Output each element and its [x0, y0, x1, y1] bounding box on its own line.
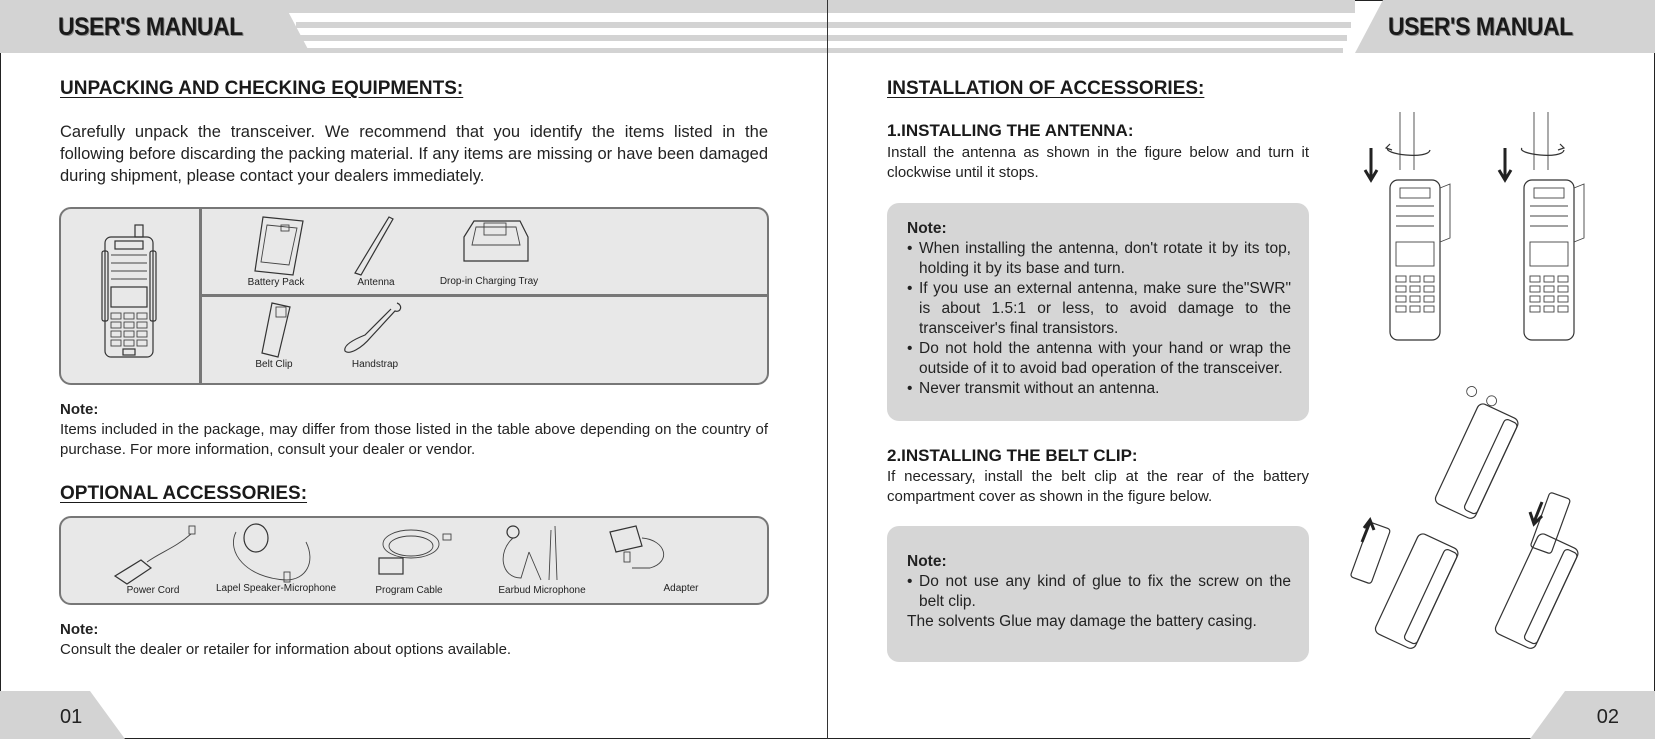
optional-accessories-box: Power Cord Lapel Speaker-Microphone Prog… [59, 516, 769, 605]
right-page: USER'S MANUAL INSTALLATION OF ACCESSORIE… [828, 0, 1655, 739]
antenna-title: 1.INSTALLING THE ANTENNA: [887, 121, 1134, 140]
footer-tab-right [1530, 691, 1655, 739]
note-title: Note: [907, 553, 947, 570]
item-label: Belt Clip [255, 359, 293, 370]
adapter-icon [609, 525, 665, 569]
note-title: Note: [60, 621, 99, 638]
antenna-install-illustration [1363, 112, 1585, 341]
item-label: Earbud Microphone [498, 585, 586, 596]
radio-illustration [101, 224, 157, 358]
note-title: Note: [60, 401, 99, 418]
battery-pack-icon [254, 216, 304, 276]
item-label: Antenna [357, 277, 395, 288]
antenna-note-list: When installing the antenna, don't rotat… [907, 239, 1291, 399]
unpacking-paragraph: Carefully unpack the transceiver. We rec… [60, 123, 768, 185]
earbud-microphone-icon [502, 525, 558, 581]
antenna-text: Install the antenna as shown in the figu… [887, 144, 1309, 181]
clip-left [1350, 522, 1391, 584]
charging-tray-icon [463, 220, 529, 262]
unpacking-heading: UNPACKING AND CHECKING EQUIPMENTS: [60, 78, 464, 99]
arrow-up-icon [1360, 516, 1376, 543]
header-stripe [300, 35, 827, 41]
note-text: Items included in the package, may diffe… [60, 421, 768, 458]
program-cable-icon [378, 529, 452, 575]
item-label: Lapel Speaker-Microphone [215, 583, 337, 594]
belt-clip-install-illustration [1350, 386, 1579, 649]
item-label: Handstrap [351, 359, 399, 370]
belt-clip-title: 2.INSTALLING THE BELT CLIP: [887, 446, 1138, 465]
note-bullet: When installing the antenna, don't rotat… [907, 239, 1291, 279]
note-bullet: Never transmit without an antenna. [907, 379, 1291, 399]
antenna-icon [354, 216, 394, 276]
arrow-down-icon [1528, 501, 1544, 527]
antenna-note-box: Note: When installing the antenna, don't… [887, 203, 1309, 421]
note-text: Consult the dealer or retailer for infor… [60, 641, 512, 658]
unpacking-note: Note: Items included in the package, may… [60, 400, 768, 460]
left-page: USER'S MANUAL UNPACKING AND CHECKING EQU… [0, 0, 827, 739]
header-stripe [828, 0, 1355, 13]
page-number: 02 [1596, 706, 1619, 728]
belt-clip-text: If necessary, install the belt clip at t… [887, 468, 1309, 505]
lapel-speaker-mic-icon [233, 523, 311, 583]
optional-heading: OPTIONAL ACCESSORIES: [60, 483, 308, 504]
item-label: Battery Pack [247, 277, 305, 288]
installation-heading: INSTALLATION OF ACCESSORIES: [887, 78, 1205, 99]
header-title-left: USER'S MANUAL [58, 13, 243, 41]
box-divider [201, 294, 767, 297]
header-stripe [828, 22, 1351, 28]
note-bullet: If you use an external antenna, make sur… [907, 279, 1291, 339]
belt-clip-note-list: Do not use any kind of glue to fix the s… [907, 572, 1291, 612]
header-stripe [828, 48, 1343, 53]
note-title: Note: [907, 220, 947, 237]
header-stripe [304, 48, 827, 53]
radio-rear-right [1494, 533, 1579, 649]
item-label: Program Cable [375, 585, 443, 596]
radio-figure-2 [1497, 112, 1585, 341]
package-contents-box: Battery Pack Antenna Drop-in Charging Tr… [59, 207, 769, 385]
page-number: 01 [60, 706, 83, 728]
radio-figure-1 [1363, 112, 1451, 341]
handstrap-icon [344, 302, 402, 353]
header-title-right: USER'S MANUAL [1388, 13, 1573, 41]
power-cord-icon [113, 525, 196, 585]
header-stripe [282, 0, 827, 13]
radio-rear-left [1374, 533, 1459, 649]
header-stripe [296, 22, 827, 28]
item-label: Power Cord [126, 585, 180, 596]
optional-note: Note: Consult the dealer or retailer for… [60, 620, 768, 660]
note-bullet: Do not use any kind of glue to fix the s… [907, 572, 1291, 612]
item-label: Drop-in Charging Tray [439, 276, 539, 287]
belt-clip-icon [261, 302, 291, 358]
item-label: Adapter [663, 583, 699, 594]
note-text: The solvents Glue may damage the battery… [907, 613, 1257, 630]
header-stripe [828, 35, 1347, 41]
belt-clip-note-box: Note: Do not use any kind of glue to fix… [887, 526, 1309, 662]
radio-rear-top [1434, 386, 1519, 519]
note-bullet: Do not hold the antenna with your hand o… [907, 339, 1291, 379]
